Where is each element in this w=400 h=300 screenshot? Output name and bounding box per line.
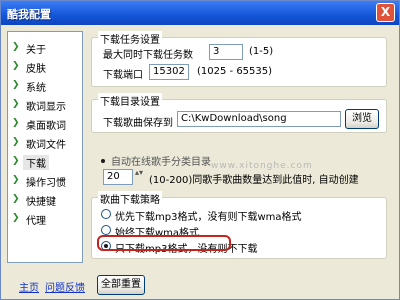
- sidebar-item-label: 下载: [23, 155, 49, 170]
- folder-count-desc: (10-200)同歌手歌曲数量达到此值时, 自动创建: [149, 175, 359, 186]
- save-path-label: 下载歌曲保存到: [103, 118, 173, 129]
- title-bar[interactable]: 酷我配置 X: [1, 1, 399, 25]
- home-link[interactable]: 主页: [19, 279, 39, 294]
- window-title: 酷我配置: [7, 8, 51, 21]
- browse-button[interactable]: 浏览: [345, 109, 379, 129]
- sidebar-item-label: 关于: [26, 45, 46, 56]
- chevron-right-icon: ❯: [12, 156, 20, 166]
- max-tasks-input[interactable]: 3: [209, 44, 243, 60]
- chevron-right-icon: ❯: [12, 61, 20, 71]
- auto-folder-label: 自动在线歌手分类目录: [111, 157, 211, 168]
- strategy-radio-always-wma[interactable]: [101, 225, 111, 235]
- chevron-right-icon: ❯: [12, 194, 20, 204]
- strategy-option-label: 优先下载mp3格式，没有则下载wma格式: [115, 212, 302, 223]
- group-title: 歌曲下载策略: [98, 191, 162, 206]
- stepper-arrows-icon[interactable]: ▴▾: [135, 168, 143, 177]
- port-range: (1025 - 65535): [197, 66, 273, 77]
- folder-count-input[interactable]: 20: [103, 169, 133, 185]
- feedback-link[interactable]: 问题反馈: [45, 279, 85, 294]
- sidebar-item-proxy[interactable]: ❯ 代理: [8, 209, 82, 227]
- sidebar-item-system[interactable]: ❯ 系统: [8, 76, 82, 94]
- sidebar-item-lyrics-file[interactable]: ❯ 歌词文件: [8, 133, 82, 151]
- sidebar-item-label: 桌面歌词: [26, 121, 66, 132]
- port-input[interactable]: 15302: [149, 64, 189, 80]
- chevron-right-icon: ❯: [12, 213, 20, 223]
- reset-all-button[interactable]: 全部重置: [97, 275, 145, 295]
- chevron-right-icon: ❯: [12, 118, 20, 128]
- sidebar-item-label: 歌词文件: [26, 140, 66, 151]
- chevron-right-icon: ❯: [12, 80, 20, 90]
- sidebar-item-label: 代理: [26, 216, 46, 227]
- group-title: 下载任务设置: [98, 31, 162, 46]
- sidebar-item-label: 快捷键: [26, 197, 56, 208]
- strategy-radio-prefer-mp3[interactable]: [101, 209, 111, 219]
- chevron-right-icon: ❯: [12, 99, 20, 109]
- save-path-input[interactable]: C:\KwDownload\song: [177, 111, 341, 127]
- sidebar-item-label: 操作习惯: [26, 178, 66, 189]
- max-tasks-label: 最大同时下载任务数: [103, 50, 193, 61]
- sidebar-item-shortcuts[interactable]: ❯ 快捷键: [8, 190, 82, 208]
- chevron-right-icon: ❯: [12, 137, 20, 147]
- group-title: 下载目录设置: [98, 93, 162, 108]
- sidebar-item-lyrics-display[interactable]: ❯ 歌词显示: [8, 95, 82, 113]
- annotation-highlight: [97, 235, 231, 251]
- sidebar-item-desktop-lyrics[interactable]: ❯ 桌面歌词: [8, 114, 82, 132]
- chevron-right-icon: ❯: [12, 42, 20, 52]
- sidebar-nav: ❯ 关于 ❯ 皮肤 ❯ 系统 ❯ 歌词显示 ❯ 桌面歌词 ❯ 歌词文件 ❯ 下载…: [7, 31, 83, 263]
- port-label: 下载端口: [103, 70, 143, 81]
- max-tasks-range: (1-5): [249, 46, 274, 57]
- sidebar-item-habits[interactable]: ❯ 操作习惯: [8, 171, 82, 189]
- sidebar-item-skin[interactable]: ❯ 皮肤: [8, 57, 82, 75]
- sidebar-item-download[interactable]: ❯ 下载: [8, 152, 82, 170]
- sidebar-item-label: 系统: [26, 83, 46, 94]
- settings-window: 酷我配置 X ❯ 关于 ❯ 皮肤 ❯ 系统 ❯ 歌词显示 ❯ 桌面歌词 ❯ 歌词…: [0, 0, 400, 300]
- sidebar-item-label: 歌词显示: [26, 102, 66, 113]
- sidebar-item-label: 皮肤: [26, 64, 46, 75]
- watermark-text: www.xitonghe.com: [211, 161, 313, 171]
- close-button[interactable]: X: [376, 3, 395, 22]
- chevron-right-icon: ❯: [12, 175, 20, 185]
- auto-folder-checkbox[interactable]: [99, 157, 106, 164]
- sidebar-item-about[interactable]: ❯ 关于: [8, 38, 82, 56]
